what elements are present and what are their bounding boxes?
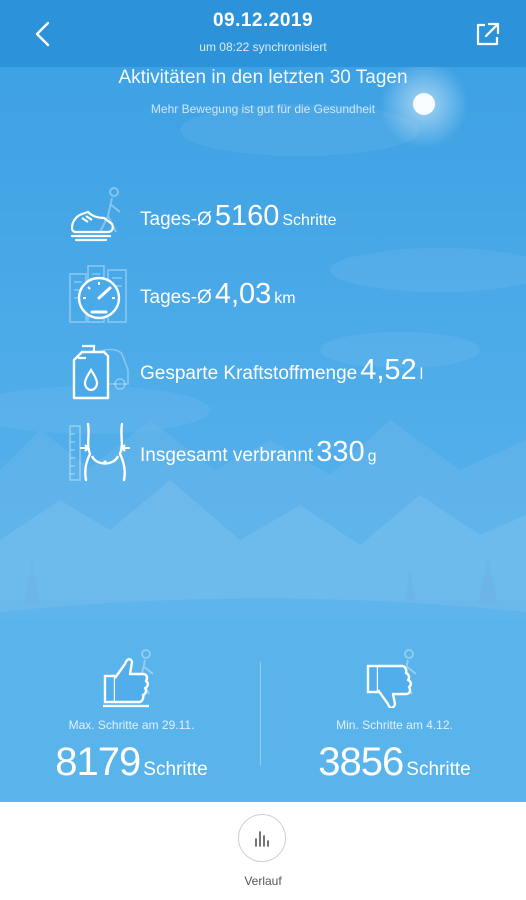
page-title-date: 09.12.2019	[212, 10, 314, 31]
record-unit: Schritte	[406, 759, 471, 780]
record-caption: Max. Schritte am 29.11.	[68, 718, 195, 732]
record-unit: Schritte	[143, 759, 208, 780]
stat-value: 4,52	[360, 354, 417, 386]
stat-unit: g	[367, 448, 377, 465]
sync-status: um 08:22 synchronisiert	[199, 40, 327, 54]
record-value: 3856	[318, 740, 404, 784]
stat-unit: Schritte	[282, 212, 337, 229]
bottom-bar: Verlauf	[0, 802, 526, 900]
fuel-canister-icon	[72, 344, 129, 400]
activity-screen: 09.12.2019 um 08:22 synchronisiert Aktiv…	[0, 0, 526, 802]
stat-value: 330	[316, 436, 365, 468]
stat-unit: km	[274, 290, 296, 307]
thumbs-up-icon	[103, 649, 154, 708]
stat-label: Gesparte Kraftstoffmenge	[140, 363, 358, 384]
record-min-steps: Min. Schritte am 4.12. 3856 Schritte	[263, 648, 526, 798]
top-bar: 09.12.2019 um 08:22 synchronisiert	[0, 0, 526, 67]
summary-title: Aktivitäten in den letzten 30 Tagen	[118, 67, 408, 88]
history-button[interactable]	[238, 814, 286, 862]
stat-label: Tages-Ø	[140, 287, 212, 308]
stat-daily-distance: Tages-Ø 4,03 km	[68, 264, 498, 330]
record-max-steps: Max. Schritte am 29.11. 8179 Schritte	[0, 648, 263, 798]
share-external-icon	[476, 22, 500, 46]
speedometer-icon	[69, 265, 127, 323]
stat-value: 5160	[214, 200, 280, 232]
summary-subtitle: Mehr Bewegung ist gut für die Gesundheit	[150, 102, 376, 116]
waist-measure-icon	[69, 422, 130, 482]
record-caption: Min. Schritte am 4.12.	[336, 718, 453, 732]
stat-calories-burned: Insgesamt verbrannt 330 g	[68, 422, 498, 488]
thumbs-down-icon	[366, 649, 417, 708]
stat-label: Tages-Ø	[140, 209, 212, 230]
share-button[interactable]	[470, 16, 506, 52]
stat-unit: l	[419, 366, 424, 383]
record-value: 8179	[55, 740, 141, 784]
stat-value: 4,03	[214, 278, 272, 310]
stat-daily-steps: Tages-Ø 5160 Schritte	[68, 186, 498, 252]
history-label[interactable]: Verlauf	[0, 874, 526, 888]
stat-label: Insgesamt verbrannt	[140, 445, 314, 466]
stat-saved-fuel: Gesparte Kraftstoffmenge 4,52 l	[68, 340, 498, 406]
records-divider	[260, 662, 261, 766]
walking-shoe-icon	[70, 187, 121, 242]
bar-chart-icon	[255, 831, 269, 847]
